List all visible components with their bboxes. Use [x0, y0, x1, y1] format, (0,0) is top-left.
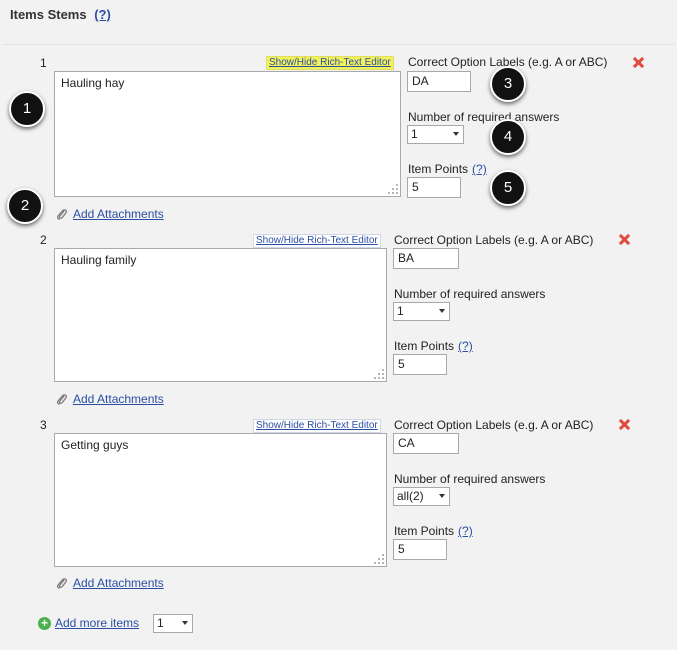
- item-number: 1: [40, 56, 47, 70]
- remove-item-icon[interactable]: [619, 234, 630, 245]
- required-answers-label: Number of required answers: [394, 472, 546, 486]
- resize-grip-icon[interactable]: [374, 369, 384, 379]
- required-answers-select[interactable]: 1: [407, 125, 464, 144]
- rich-text-toggle[interactable]: Show/Hide Rich-Text Editor: [266, 56, 394, 70]
- correct-options-input[interactable]: BA: [393, 248, 459, 269]
- paperclip-icon: [56, 394, 67, 406]
- resize-grip-icon[interactable]: [374, 554, 384, 564]
- chevron-down-icon: [439, 494, 445, 498]
- add-attachments[interactable]: Add Attachments: [55, 207, 164, 221]
- item-points-input[interactable]: 5: [407, 177, 461, 198]
- required-answers-value: 1: [397, 304, 404, 318]
- item-points-label: Item Points (?): [394, 339, 473, 353]
- item-points-text: Item Points: [408, 162, 469, 176]
- required-answers-select[interactable]: 1: [393, 302, 450, 321]
- required-answers-select[interactable]: all(2): [393, 487, 450, 506]
- item-stem-textarea[interactable]: Hauling family: [54, 248, 387, 382]
- callout-badge: 5: [490, 170, 526, 206]
- item-stem-textarea[interactable]: Getting guys: [54, 433, 387, 567]
- add-attachments[interactable]: Add Attachments: [55, 392, 164, 406]
- item-points-text: Item Points: [394, 339, 455, 353]
- add-more-items[interactable]: + Add more items: [38, 616, 139, 631]
- item-stem-text: Hauling hay: [61, 76, 125, 90]
- item-stem-textarea[interactable]: Hauling hay: [54, 71, 401, 197]
- item-stem-text: Getting guys: [61, 438, 129, 452]
- remove-item-icon[interactable]: [633, 57, 644, 68]
- rich-text-toggle[interactable]: Show/Hide Rich-Text Editor: [253, 234, 381, 248]
- item-stem-text: Hauling family: [61, 253, 137, 267]
- correct-options-input[interactable]: CA: [393, 433, 459, 454]
- add-attachments-link[interactable]: Add Attachments: [73, 392, 164, 406]
- correct-options-label: Correct Option Labels (e.g. A or ABC): [394, 418, 594, 432]
- add-more-count-select[interactable]: 1: [153, 614, 193, 633]
- paperclip-icon: [56, 578, 67, 590]
- required-answers-label: Number of required answers: [408, 110, 560, 124]
- rich-text-toggle[interactable]: Show/Hide Rich-Text Editor: [253, 419, 381, 433]
- item-points-text: Item Points: [394, 524, 455, 538]
- item-points-label: Item Points (?): [394, 524, 473, 538]
- add-more-items-link[interactable]: Add more items: [55, 616, 139, 630]
- chevron-down-icon: [439, 309, 445, 313]
- required-answers-label: Number of required answers: [394, 287, 546, 301]
- item-number: 2: [40, 233, 47, 247]
- section-help-link[interactable]: (?): [94, 7, 111, 22]
- chevron-down-icon: [453, 132, 459, 136]
- correct-options-label: Correct Option Labels (e.g. A or ABC): [394, 233, 594, 247]
- resize-grip-icon[interactable]: [388, 184, 398, 194]
- correct-options-input[interactable]: DA: [407, 71, 471, 92]
- add-attachments-link[interactable]: Add Attachments: [73, 576, 164, 590]
- callout-badge: 1: [9, 91, 45, 127]
- item-points-label: Item Points (?): [408, 162, 487, 176]
- callout-badge: 4: [490, 119, 526, 155]
- item-points-input[interactable]: 5: [393, 354, 447, 375]
- items-stems-panel: Items Stems (?) 1 Show/Hide Rich-Text Ed…: [0, 0, 677, 650]
- item-points-help-link[interactable]: (?): [458, 524, 473, 538]
- section-header: Items Stems (?): [10, 7, 111, 22]
- callout-badge: 3: [490, 66, 526, 102]
- item-number: 3: [40, 418, 47, 432]
- item-points-help-link[interactable]: (?): [458, 339, 473, 353]
- paperclip-icon: [56, 209, 67, 221]
- item-points-help-link[interactable]: (?): [472, 162, 487, 176]
- add-attachments-link[interactable]: Add Attachments: [73, 207, 164, 221]
- add-attachments[interactable]: Add Attachments: [55, 576, 164, 590]
- remove-item-icon[interactable]: [619, 419, 630, 430]
- required-answers-value: all(2): [397, 489, 424, 503]
- section-title: Items Stems: [10, 7, 87, 22]
- required-answers-value: 1: [411, 127, 418, 141]
- callout-badge: 2: [7, 188, 43, 224]
- add-more-count-value: 1: [157, 616, 164, 630]
- add-icon[interactable]: +: [38, 617, 51, 631]
- chevron-down-icon: [182, 621, 188, 625]
- item-points-input[interactable]: 5: [393, 539, 447, 560]
